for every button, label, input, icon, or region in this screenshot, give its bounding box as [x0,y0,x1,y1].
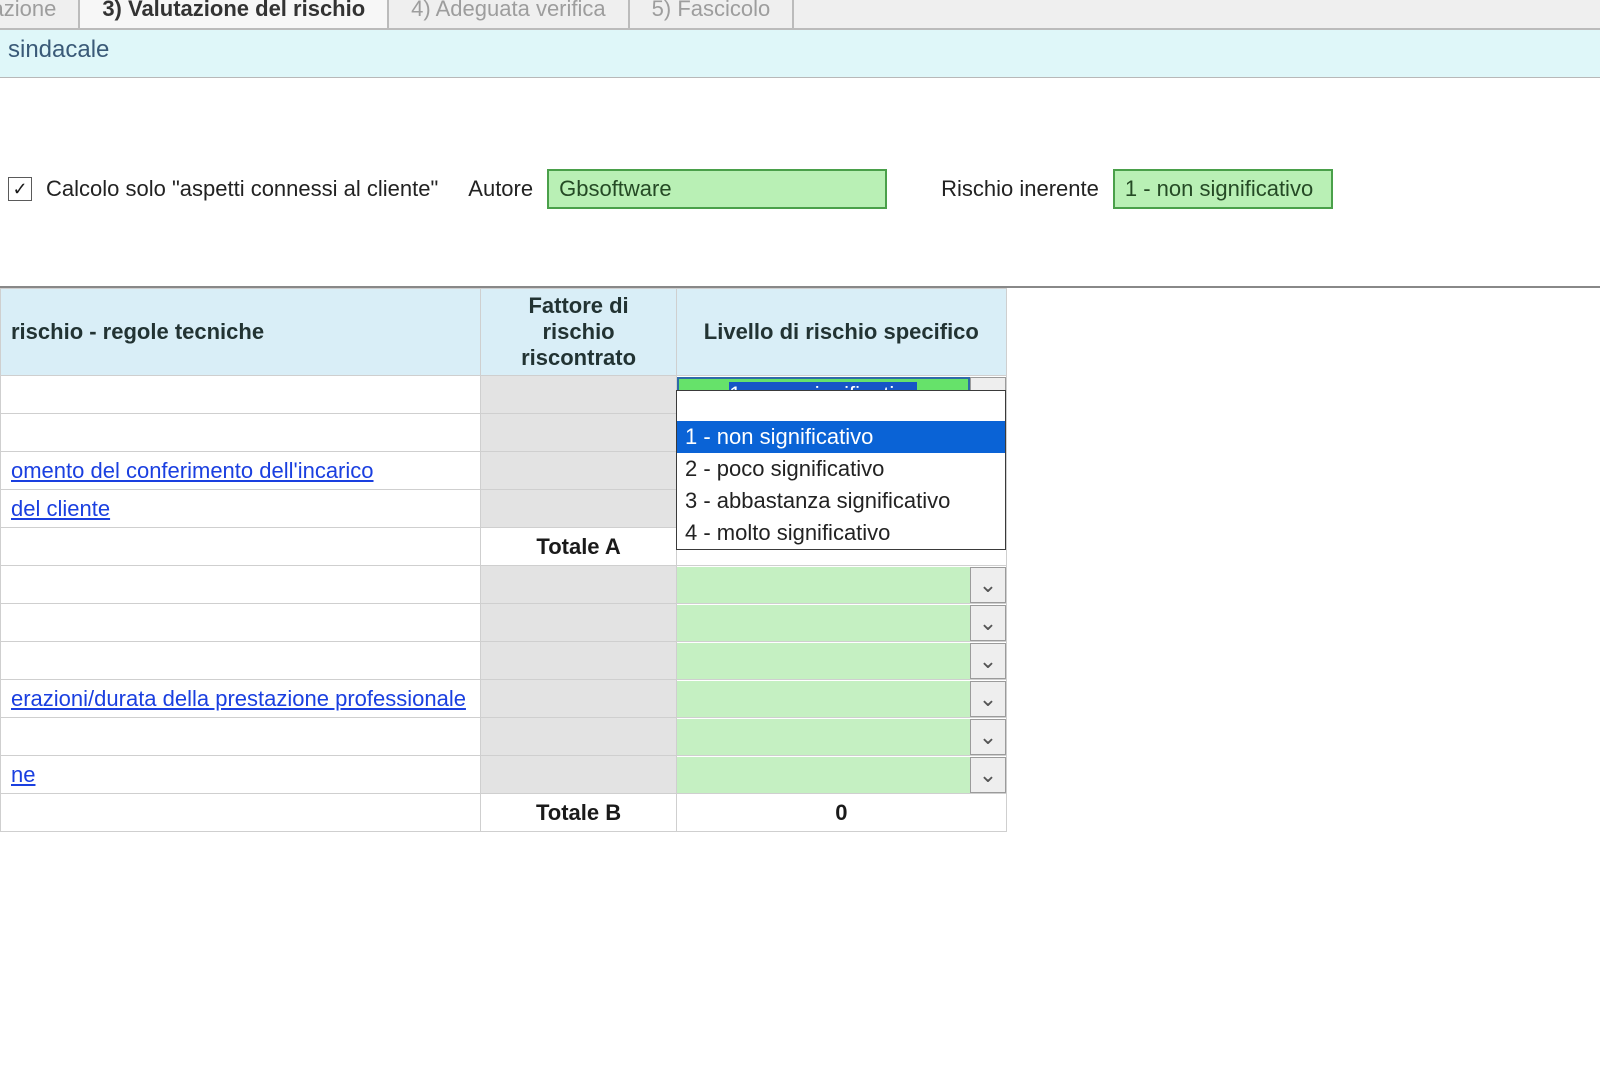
table-row: ⌄ [1,604,1007,642]
risk-level-combo[interactable]: ⌄ [677,567,1006,603]
tab-prestazione[interactable]: e / prestazione [0,0,80,28]
only-client-aspects-label: Calcolo solo "aspetti connessi al client… [46,176,438,202]
dropdown-option[interactable]: 3 - abbastanza significativo [677,485,1005,517]
dropdown-option[interactable]: 2 - poco significativo [677,453,1005,485]
only-client-aspects-checkbox[interactable]: ✓ [8,177,32,201]
table-row: ne ⌄ [1,756,1007,794]
inherent-risk-label: Rischio inerente [941,176,1099,202]
risk-level-combo[interactable]: ⌄ [677,681,1006,717]
table-row: ⌄ [1,642,1007,680]
col-header-factor: Fattore di rischio riscontrato [481,289,676,376]
risk-grid: rischio - regole tecniche Fattore di ris… [0,288,1007,832]
chevron-down-icon[interactable]: ⌄ [970,681,1006,717]
table-row: ⌄ [1,566,1007,604]
risk-level-combo[interactable]: ⌄ [677,605,1006,641]
chevron-down-icon[interactable]: ⌄ [970,567,1006,603]
chevron-down-icon[interactable]: ⌄ [970,719,1006,755]
col-header-description: rischio - regole tecniche [1,289,481,376]
dropdown-option[interactable]: 1 - non significativo [677,421,1005,453]
dropdown-option[interactable]: 4 - molto significativo [677,517,1005,549]
chevron-down-icon[interactable]: ⌄ [970,643,1006,679]
table-row: erazioni/durata della prestazione profes… [1,680,1007,718]
dropdown-option-blank[interactable] [677,391,1005,421]
risk-level-combo[interactable]: ⌄ [677,719,1006,755]
wizard-tabs: e / prestazione 3) Valutazione del risch… [0,0,1600,30]
chevron-down-icon[interactable]: ⌄ [970,757,1006,793]
risk-level-combo[interactable]: ⌄ [677,643,1006,679]
tab-valutazione-rischio[interactable]: 3) Valutazione del rischio [80,0,389,28]
table-row: Totale B 0 [1,794,1007,832]
risk-level-combo[interactable]: ⌄ [677,757,1006,793]
author-label: Autore [468,176,533,202]
total-b-value: 0 [676,794,1006,832]
risk-controls-row: ✓ Calcolo solo "aspetti connessi al clie… [0,78,1600,288]
rule-link[interactable]: ne [1,756,481,794]
chevron-down-icon[interactable]: ⌄ [970,605,1006,641]
risk-level-dropdown[interactable]: 1 - non significativo 2 - poco significa… [676,390,1006,550]
author-field[interactable]: Gbsoftware [547,169,887,209]
inherent-risk-field[interactable]: 1 - non significativo [1113,169,1333,209]
table-row: ⌄ [1,718,1007,756]
total-b-label: Totale B [481,794,676,832]
desc-cell [1,376,481,414]
col-header-level: Livello di rischio specifico [676,289,1006,376]
tab-adeguata-verifica[interactable]: 4) Adeguata verifica [389,0,629,28]
context-subtitle: sindacale [0,30,1600,78]
factor-cell [481,376,676,414]
total-a-label: Totale A [481,528,676,566]
rule-link[interactable]: omento del conferimento dell'incarico [1,452,481,490]
rule-link[interactable]: del cliente [1,490,481,528]
tab-fascicolo[interactable]: 5) Fascicolo [630,0,795,28]
rule-link[interactable]: erazioni/durata della prestazione profes… [1,680,481,718]
